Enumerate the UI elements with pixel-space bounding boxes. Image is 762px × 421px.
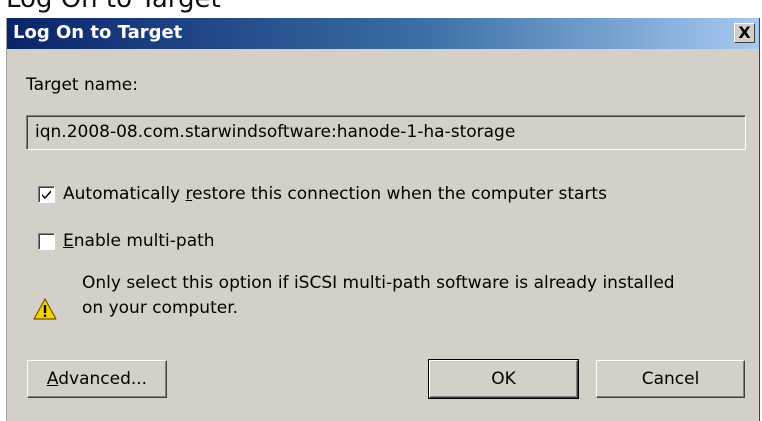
advanced-button[interactable]: Advanced...	[27, 360, 167, 398]
title-bar[interactable]: Log On to Target X	[7, 18, 759, 49]
log-on-to-target-dialog: Log On to Target X Target name: iqn.2008…	[6, 18, 760, 421]
advanced-button-label: dvanced...	[58, 369, 148, 389]
cancel-button[interactable]: Cancel	[596, 360, 745, 398]
multipath-label[interactable]: Enable multi-path	[63, 231, 215, 251]
dialog-title: Log On to Target	[13, 22, 183, 43]
multipath-label-rest: nable multi-path	[73, 231, 215, 251]
warning-text-line1: Only select this option if iSCSI multi-p…	[82, 273, 675, 293]
ok-button[interactable]: OK	[428, 359, 579, 399]
close-button[interactable]: X	[734, 23, 755, 43]
advanced-button-accel: A	[46, 369, 59, 389]
warning-icon	[33, 298, 57, 320]
checkmark-icon	[42, 190, 51, 199]
auto-restore-checkbox[interactable]	[38, 186, 55, 203]
multipath-label-accel: E	[63, 231, 74, 251]
warning-text-line2: on your computer.	[82, 298, 239, 318]
auto-restore-label-part1: Automatically	[63, 184, 186, 204]
auto-restore-label[interactable]: Automatically restore this connection wh…	[63, 184, 607, 204]
target-name-label: Target name:	[26, 75, 138, 95]
close-icon: X	[738, 23, 751, 42]
auto-restore-label-part2: estore this connection when the computer…	[192, 184, 607, 204]
cropped-background-title: Log On to Target	[6, 0, 221, 14]
multipath-checkbox[interactable]	[38, 233, 55, 250]
target-name-field[interactable]: iqn.2008-08.com.starwindsoftware:hanode-…	[26, 115, 746, 150]
